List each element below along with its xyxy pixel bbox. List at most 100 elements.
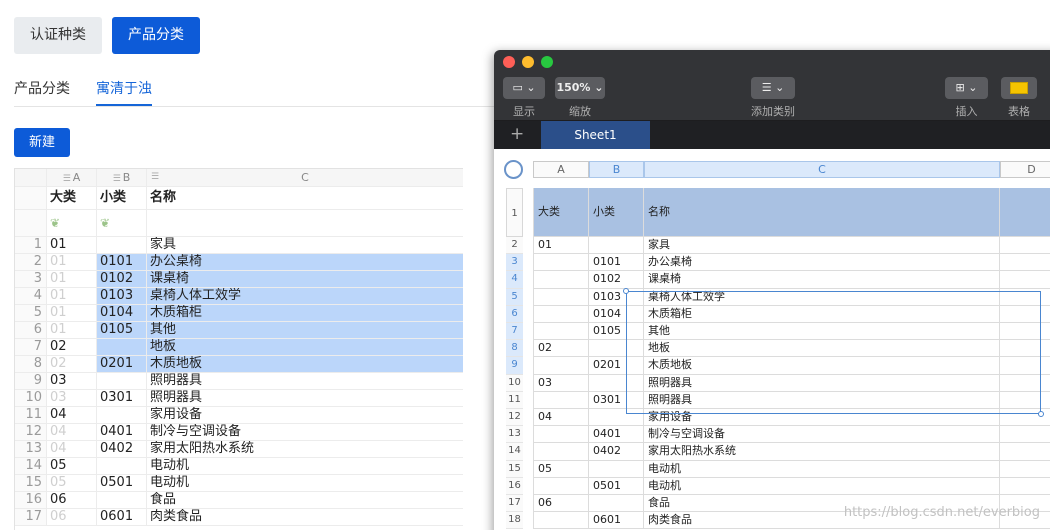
- cell-major-class[interactable]: 01: [47, 322, 97, 338]
- cell-name[interactable]: 办公桌椅: [147, 254, 463, 270]
- empty-cell[interactable]: [1000, 306, 1050, 322]
- field-header-cell[interactable]: 小类: [97, 187, 147, 209]
- view-menu-button[interactable]: ▭ ⌄: [503, 77, 545, 99]
- cell-name[interactable]: 电动机: [644, 477, 1000, 494]
- cell-major-class[interactable]: [533, 426, 589, 443]
- empty-cell[interactable]: [1000, 271, 1050, 287]
- cell-minor-class[interactable]: 0601: [97, 509, 147, 525]
- insert-button[interactable]: ⊞ ⌄: [945, 77, 988, 99]
- cell-minor-class[interactable]: 0104: [589, 305, 644, 322]
- cell-name[interactable]: 办公桌椅: [644, 254, 1000, 271]
- cell-major-class[interactable]: 06: [533, 495, 589, 512]
- cell-name[interactable]: 家具: [644, 237, 1000, 254]
- row-number[interactable]: 1: [15, 237, 47, 253]
- row-number[interactable]: 1: [506, 188, 523, 237]
- row-number[interactable]: 14: [506, 443, 523, 461]
- cell-major-class[interactable]: [533, 477, 589, 494]
- sheet-tab[interactable]: Sheet1: [541, 121, 650, 149]
- tab-secondary[interactable]: 寓清于浊: [96, 78, 152, 98]
- cell-minor-class[interactable]: [589, 340, 644, 357]
- cell-name[interactable]: 家用太阳热水系统: [147, 441, 463, 457]
- empty-cell[interactable]: [1000, 340, 1050, 356]
- empty-cell[interactable]: [1000, 289, 1050, 305]
- cell-name[interactable]: 食品: [147, 492, 463, 508]
- cell-minor-class[interactable]: [97, 407, 147, 423]
- cell-major-class[interactable]: 04: [47, 424, 97, 440]
- cell-major-class[interactable]: [533, 391, 589, 408]
- cell-major-class[interactable]: 03: [533, 374, 589, 391]
- cell-name[interactable]: 木质箱柜: [644, 305, 1000, 322]
- cell-major-class[interactable]: [533, 443, 589, 460]
- cell-name[interactable]: 其他: [147, 322, 463, 338]
- cell-name[interactable]: 照明器具: [644, 374, 1000, 391]
- cell-minor-class[interactable]: [589, 237, 644, 254]
- cell-major-class[interactable]: [533, 357, 589, 374]
- cell-name[interactable]: 课桌椅: [644, 271, 1000, 288]
- row-number[interactable]: 12: [15, 424, 47, 440]
- cell-minor-class[interactable]: 0104: [97, 305, 147, 321]
- row-number[interactable]: 16: [15, 492, 47, 508]
- cell-major-class[interactable]: 01: [47, 271, 97, 287]
- cell-name[interactable]: 家用太阳热水系统: [644, 443, 1000, 460]
- row-number[interactable]: 10: [15, 390, 47, 406]
- cell-minor-class[interactable]: 0105: [97, 322, 147, 338]
- row-number[interactable]: 11: [15, 407, 47, 423]
- empty-cell[interactable]: [1000, 409, 1050, 425]
- row-number[interactable]: 15: [15, 475, 47, 491]
- tab-product-category[interactable]: 产品分类: [14, 78, 70, 98]
- cell-minor-class[interactable]: 0402: [97, 441, 147, 457]
- cell-minor-class[interactable]: 0102: [589, 271, 644, 288]
- empty-cell[interactable]: [1000, 478, 1050, 494]
- cell-major-class[interactable]: [533, 271, 589, 288]
- cell-name[interactable]: 制冷与空调设备: [644, 426, 1000, 443]
- row-number[interactable]: 9: [506, 357, 523, 375]
- header-cell[interactable]: [1000, 188, 1050, 236]
- cell-minor-class[interactable]: [97, 339, 147, 355]
- row-number[interactable]: 8: [15, 356, 47, 372]
- cell-major-class[interactable]: [533, 254, 589, 271]
- row-number[interactable]: 18: [506, 512, 523, 530]
- cell-minor-class[interactable]: 0101: [97, 254, 147, 270]
- cell-name[interactable]: 电动机: [644, 460, 1000, 477]
- cell-name[interactable]: 其他: [644, 323, 1000, 340]
- cell-name[interactable]: 木质地板: [644, 357, 1000, 374]
- cell-name[interactable]: 课桌椅: [147, 271, 463, 287]
- column-header-b[interactable]: ☰ B: [97, 169, 147, 186]
- row-number[interactable]: 14: [15, 458, 47, 474]
- product-category-button[interactable]: 产品分类: [112, 17, 200, 54]
- table-button[interactable]: [1001, 77, 1037, 99]
- cell-major-class[interactable]: [533, 288, 589, 305]
- cell-minor-class[interactable]: 0201: [97, 356, 147, 372]
- empty-cell[interactable]: [147, 210, 463, 236]
- zoom-menu-button[interactable]: 150% ⌄: [555, 77, 605, 99]
- cell-minor-class[interactable]: 0103: [589, 288, 644, 305]
- cell-minor-class[interactable]: [589, 374, 644, 391]
- header-cell[interactable]: 名称: [644, 188, 1000, 236]
- empty-cell[interactable]: [1000, 237, 1050, 253]
- select-table-handle-icon[interactable]: [504, 160, 523, 179]
- row-number[interactable]: 15: [506, 460, 523, 478]
- cell-major-class[interactable]: 03: [47, 390, 97, 406]
- row-number[interactable]: 13: [15, 441, 47, 457]
- row-number[interactable]: 16: [506, 477, 523, 495]
- cell-name[interactable]: 地板: [644, 340, 1000, 357]
- cell-minor-class[interactable]: 0401: [97, 424, 147, 440]
- cell-minor-class[interactable]: [97, 237, 147, 253]
- cell-minor-class[interactable]: 0301: [97, 390, 147, 406]
- cell-major-class[interactable]: 03: [47, 373, 97, 389]
- cell-name[interactable]: 桌椅人体工效学: [644, 288, 1000, 305]
- empty-cell[interactable]: [1000, 443, 1050, 459]
- cell-major-class[interactable]: [533, 305, 589, 322]
- row-number[interactable]: 3: [15, 271, 47, 287]
- cell-major-class[interactable]: 02: [533, 340, 589, 357]
- empty-cell[interactable]: [1000, 254, 1050, 270]
- row-number[interactable]: 8: [506, 340, 523, 358]
- row-number[interactable]: 4: [15, 288, 47, 304]
- empty-cell[interactable]: [1000, 375, 1050, 391]
- row-number[interactable]: 7: [506, 323, 523, 341]
- cell-minor-class[interactable]: 0501: [97, 475, 147, 491]
- field-header-cell[interactable]: 大类: [47, 187, 97, 209]
- cell-name[interactable]: 照明器具: [147, 390, 463, 406]
- cell-minor-class[interactable]: 0103: [97, 288, 147, 304]
- cell-minor-class[interactable]: [589, 495, 644, 512]
